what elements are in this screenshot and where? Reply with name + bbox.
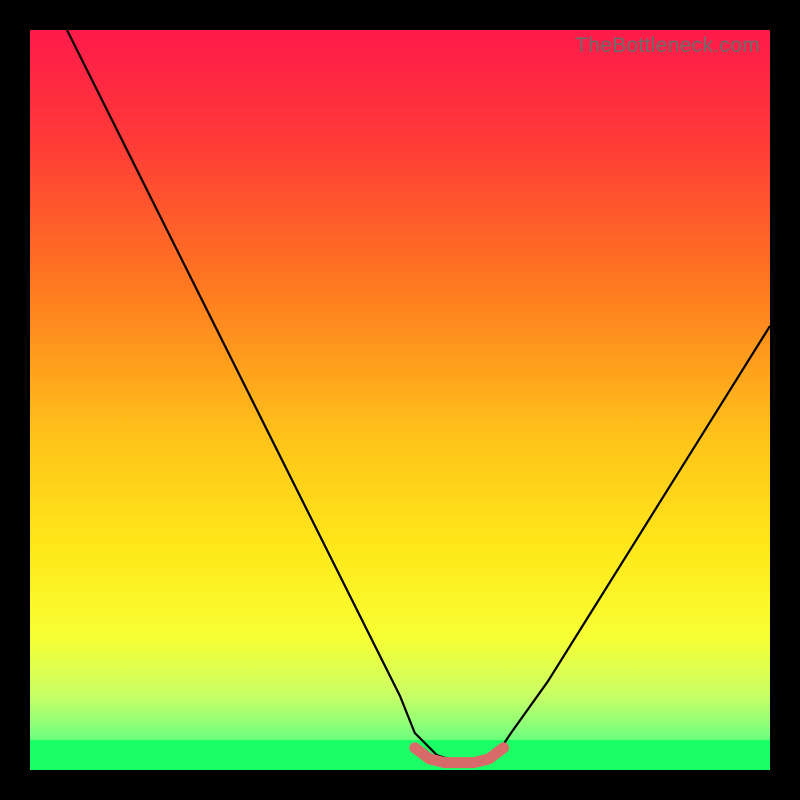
plot-area: TheBottleneck.com (30, 30, 770, 770)
bottleneck-curve (67, 30, 770, 763)
chart-stage: TheBottleneck.com (0, 0, 800, 800)
curve-overlay (30, 30, 770, 770)
valley-highlight (415, 748, 504, 763)
watermark-text: TheBottleneck.com (575, 34, 760, 58)
